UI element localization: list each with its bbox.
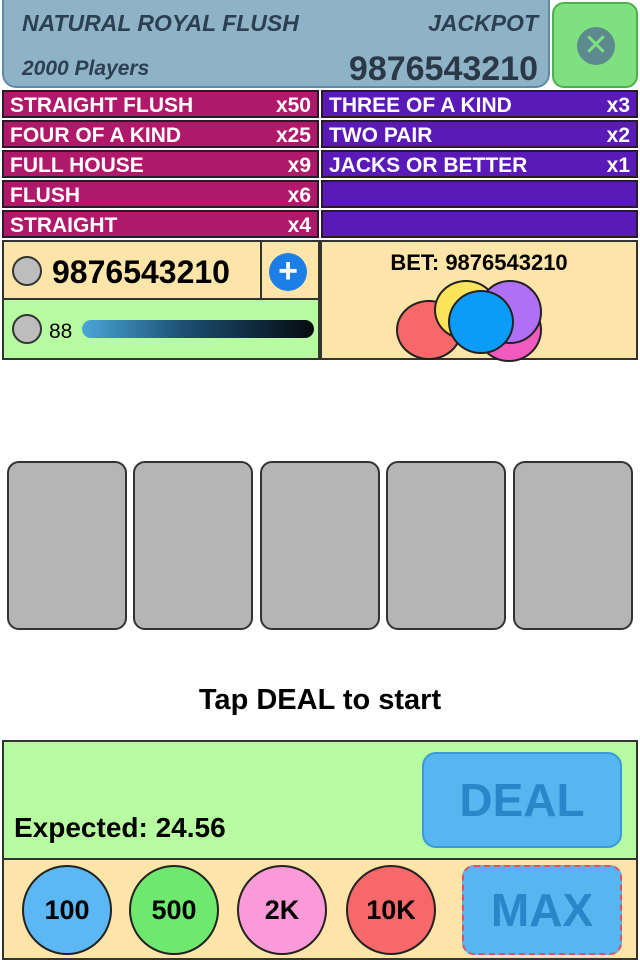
paytable-hand: STRAIGHT xyxy=(10,214,118,237)
paytable-hand: THREE OF A KIND xyxy=(329,94,512,117)
max-bet-button[interactable]: MAX xyxy=(462,865,622,955)
bet-panel: BET: 9876543210 xyxy=(320,240,638,362)
jackpot-hand-title: NATURAL ROYAL FLUSH xyxy=(22,10,299,36)
paytable-multiplier: x9 xyxy=(287,154,311,177)
balance-panel: 9876543210 xyxy=(2,240,262,300)
paytable-multiplier: x1 xyxy=(606,154,630,177)
paytable-multiplier: x2 xyxy=(606,124,630,147)
paytable-multiplier: x25 xyxy=(275,124,311,147)
add-coins-panel: + xyxy=(262,240,320,300)
level-panel: 88 xyxy=(2,300,320,360)
paytable-row: JACKS OR BETTER x1 xyxy=(321,150,638,178)
paytable-multiplier: x6 xyxy=(287,184,311,207)
deal-panel: Expected: 24.56 DEAL xyxy=(2,740,638,860)
close-icon: ✕ xyxy=(577,27,615,65)
paytable-row-empty xyxy=(321,180,638,208)
paytable-row: FLUSH x6 xyxy=(2,180,319,208)
plus-icon: + xyxy=(278,252,298,290)
paytable-multiplier: x3 xyxy=(606,94,630,117)
card-slot-3[interactable] xyxy=(260,461,380,630)
jackpot-label: JACKPOT xyxy=(428,10,538,36)
bet-amount: BET: 9876543210 xyxy=(390,250,568,275)
paytable-row: STRAIGHT x4 xyxy=(2,210,319,238)
bet-100-button[interactable]: 100 xyxy=(22,865,112,955)
paytable-row-empty xyxy=(321,210,638,238)
paytable-multiplier: x50 xyxy=(275,94,311,117)
balance-value: 9876543210 xyxy=(52,254,230,290)
paytable-row: THREE OF A KIND x3 xyxy=(321,90,638,118)
status-message: Tap DEAL to start xyxy=(198,684,442,716)
paytable-hand: TWO PAIR xyxy=(329,124,433,147)
paytable-row: FULL HOUSE x9 xyxy=(2,150,319,178)
paytable-row: FOUR OF A KIND x25 xyxy=(2,120,319,148)
card-slot-4[interactable] xyxy=(386,461,506,630)
paytable-hand: FOUR OF A KIND xyxy=(10,124,182,147)
bet-chips-panel: 100 500 2K 10K MAX xyxy=(2,860,638,960)
deal-button[interactable]: DEAL xyxy=(422,752,622,848)
xp-progress-bar xyxy=(82,320,314,338)
bet-chip-blue xyxy=(448,290,514,354)
bet-10k-button[interactable]: 10K xyxy=(346,865,436,955)
bet-2k-button[interactable]: 2K xyxy=(237,865,327,955)
level-icon xyxy=(12,314,42,344)
level-value: 88 xyxy=(49,320,73,343)
paytable-row: STRAIGHT FLUSH x50 xyxy=(2,90,319,118)
add-coins-button[interactable]: + xyxy=(269,253,307,291)
card-slot-1[interactable] xyxy=(7,461,127,630)
paytable-hand: JACKS OR BETTER xyxy=(329,154,528,177)
close-button[interactable]: ✕ xyxy=(552,2,638,88)
paytable-hand: FULL HOUSE xyxy=(10,154,144,177)
bet-500-button[interactable]: 500 xyxy=(129,865,219,955)
jackpot-players: 2000 Players xyxy=(22,57,150,80)
jackpot-banner: NATURAL ROYAL FLUSH JACKPOT 2000 Players… xyxy=(2,0,550,88)
expected-value: Expected: 24.56 xyxy=(14,812,226,843)
coin-icon xyxy=(12,256,42,286)
jackpot-amount: 9876543210 xyxy=(348,50,538,88)
paytable-multiplier: x4 xyxy=(287,214,311,237)
paytable-row: TWO PAIR x2 xyxy=(321,120,638,148)
card-slot-5[interactable] xyxy=(513,461,633,630)
paytable-hand: STRAIGHT FLUSH xyxy=(10,94,194,117)
card-slot-2[interactable] xyxy=(133,461,253,630)
paytable-hand: FLUSH xyxy=(10,184,80,207)
